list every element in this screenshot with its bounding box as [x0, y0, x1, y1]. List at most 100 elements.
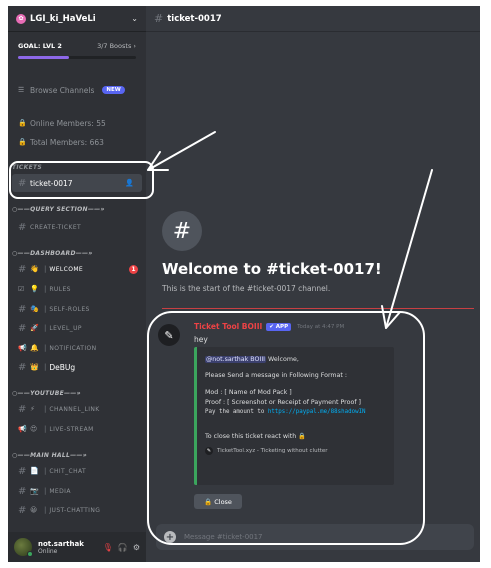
channel-chit-chat[interactable]: # 📄 | CHIT_CHAT: [12, 462, 142, 480]
goal-progress-fill: [18, 56, 69, 59]
hashtag-icon: #: [18, 303, 27, 315]
channel-label: LIVE-STREAM: [49, 425, 94, 433]
online-status-icon: [27, 551, 33, 557]
hashtag-icon: #: [18, 465, 27, 477]
message-input[interactable]: [184, 533, 444, 541]
waving-hand-icon: 👋: [30, 265, 39, 273]
chat-area: # ticket-0017 # Welcome to #ticket-0017!…: [146, 6, 480, 562]
channel-channel-link[interactable]: # ⚡ | CHANNEL_LINK: [12, 400, 142, 418]
add-member-icon[interactable]: 👤: [125, 179, 134, 187]
embed-footer-text: TicketTool.xyz - Ticketing without clutt…: [217, 448, 328, 455]
notepad-icon: 📄: [30, 467, 39, 475]
announcement-icon: 📢: [18, 344, 27, 352]
channel-label: Total Members: 663: [30, 137, 104, 147]
channel-title: ticket-0017: [167, 13, 222, 24]
channel-label: MEDIA: [49, 487, 71, 495]
rules-icon: ☑: [18, 285, 25, 293]
embed-line: Welcome,: [266, 356, 299, 363]
new-messages-divider: [162, 308, 474, 309]
browse-channels-label: Browse Channels: [30, 85, 95, 95]
channel-label: JUST-CHATTING: [49, 506, 101, 514]
channel-label: SELF-ROLES: [49, 305, 90, 313]
welcome-subtitle: This is the start of the #ticket-0017 ch…: [162, 284, 331, 293]
add-attachment-icon[interactable]: +: [164, 531, 176, 543]
channel-debug[interactable]: # 👑 | DeBUg: [12, 358, 142, 376]
channel-label: CHIT_CHAT: [49, 467, 87, 475]
close-label: Close: [214, 497, 232, 506]
hashtag-icon: #: [18, 504, 27, 516]
category-query[interactable]: ○——QUERY SECTION——»: [12, 206, 105, 213]
channel-label: DeBUg: [49, 362, 76, 372]
headphones-icon[interactable]: 🎧: [118, 543, 128, 552]
browse-channels[interactable]: ☰ Browse Channels NEW: [12, 81, 142, 99]
category-tickets[interactable]: TICKETS: [12, 164, 42, 171]
close-ticket-button[interactable]: 🔒 Close: [194, 494, 242, 509]
category-youtube[interactable]: ○——YOUTUBE——»: [12, 390, 81, 397]
gear-icon[interactable]: ⚙: [133, 543, 140, 552]
channel-notification[interactable]: 📢 🔔 | NOTIFICATION: [12, 339, 142, 357]
hashtag-icon: #: [18, 485, 27, 497]
hashtag-icon: #: [18, 221, 27, 233]
channel-just-chatting[interactable]: # 😀 | JUST-CHATTING: [12, 501, 142, 519]
channel-total-members[interactable]: 🔒 Total Members: 663: [12, 133, 142, 151]
message-text: hey: [194, 335, 208, 344]
microphone-muted-icon[interactable]: 🎙: [103, 543, 113, 552]
lock-icon: 🔒: [18, 119, 27, 127]
mention-badge: 1: [129, 264, 138, 274]
crown-icon: 👑: [30, 363, 39, 371]
channel-welcome[interactable]: # 👋 | WELCOME 1: [12, 260, 142, 278]
hashtag-icon: #: [18, 263, 27, 275]
server-avatar-icon: ✿: [16, 13, 26, 24]
browse-channels-icon: ☰: [18, 86, 25, 94]
user-status: Online: [38, 547, 58, 555]
smile-icon: 😀: [30, 506, 38, 514]
paypal-link[interactable]: https://paypal.me/88shadowIN: [268, 409, 366, 415]
channel-self-roles[interactable]: # 🎭 | SELF-ROLES: [12, 300, 142, 318]
username: not.sarthak: [38, 539, 84, 548]
channel-live-stream[interactable]: 📢 😍 | LIVE-STREAM: [12, 420, 142, 438]
new-badge: NEW: [102, 86, 125, 94]
embed-line: To close this ticket react with 🔒: [205, 432, 307, 440]
embed-line: Please Send a message in Following Forma…: [205, 372, 348, 380]
lightning-icon: ⚡: [30, 405, 35, 413]
bot-avatar[interactable]: ✎: [158, 324, 180, 346]
user-panel: not.sarthak Online 🎙 🎧 ⚙: [8, 532, 146, 562]
channel-online-members[interactable]: 🔒 Online Members: 55: [12, 114, 142, 132]
server-header[interactable]: ✿ LGI_ki_HaVeLi ⌄: [8, 6, 146, 32]
discord-window: ✿ LGI_ki_HaVeLi ⌄ GOAL: LVL 2 3/7 Boosts…: [8, 6, 480, 562]
chevron-down-icon[interactable]: ⌄: [131, 14, 138, 23]
channel-media[interactable]: # 📷 | MEDIA: [12, 482, 142, 500]
channel-label: ticket-0017: [30, 178, 73, 188]
channel-ticket-0017[interactable]: # ticket-0017 👤: [12, 174, 142, 192]
boost-count: 3/7 Boosts ›: [97, 42, 136, 50]
embed-footer: ✎ TicketTool.xyz - Ticketing without clu…: [205, 447, 386, 456]
channel-level-up[interactable]: # 🚀 | LEVEL_UP: [12, 319, 142, 337]
message-timestamp: Today at 4:47 PM: [297, 323, 345, 330]
user-mention[interactable]: @not.sarthak BOIII: [205, 356, 267, 363]
lock-icon: 🔒: [204, 497, 213, 506]
message-author[interactable]: Ticket Tool BOIII: [194, 322, 262, 331]
channel-rules[interactable]: ☑ 💡 | RULES: [12, 280, 142, 298]
category-dashboard[interactable]: ○——DASHBOARD——»: [12, 250, 93, 257]
lightbulb-icon: 💡: [30, 285, 39, 293]
message-header: Ticket Tool BOIII ✔ APP Today at 4:47 PM: [194, 322, 344, 331]
message-embed: @not.sarthak BOIII Welcome, Please Send …: [194, 347, 394, 485]
hashtag-icon: #: [18, 322, 27, 334]
channel-create-ticket[interactable]: # CREATE-TICKET: [12, 218, 142, 236]
user-info[interactable]: not.sarthak Online: [38, 540, 98, 555]
channel-label: WELCOME: [49, 265, 84, 273]
avatar[interactable]: [14, 538, 33, 557]
level-up-icon: 🚀: [30, 324, 39, 332]
channel-hashtag-icon: #: [162, 211, 202, 251]
hashtag-icon: #: [18, 361, 27, 373]
category-main-hall[interactable]: ○——MAIN HALL——»: [12, 452, 87, 459]
embed-line: Pay the amount to: [205, 409, 268, 416]
channel-label: CREATE-TICKET: [30, 223, 82, 231]
server-name: LGI_ki_HaVeLi: [30, 13, 96, 24]
boost-goal[interactable]: GOAL: LVL 2 3/7 Boosts ›: [8, 32, 146, 59]
lock-icon: 🔒: [18, 138, 27, 146]
channel-header: # ticket-0017: [146, 6, 480, 32]
embed-line: Proof : [ Screenshot or Receipt of Payme…: [205, 398, 362, 406]
channel-label: CHANNEL_LINK: [49, 405, 100, 413]
announcement-icon: 📢: [18, 425, 27, 433]
